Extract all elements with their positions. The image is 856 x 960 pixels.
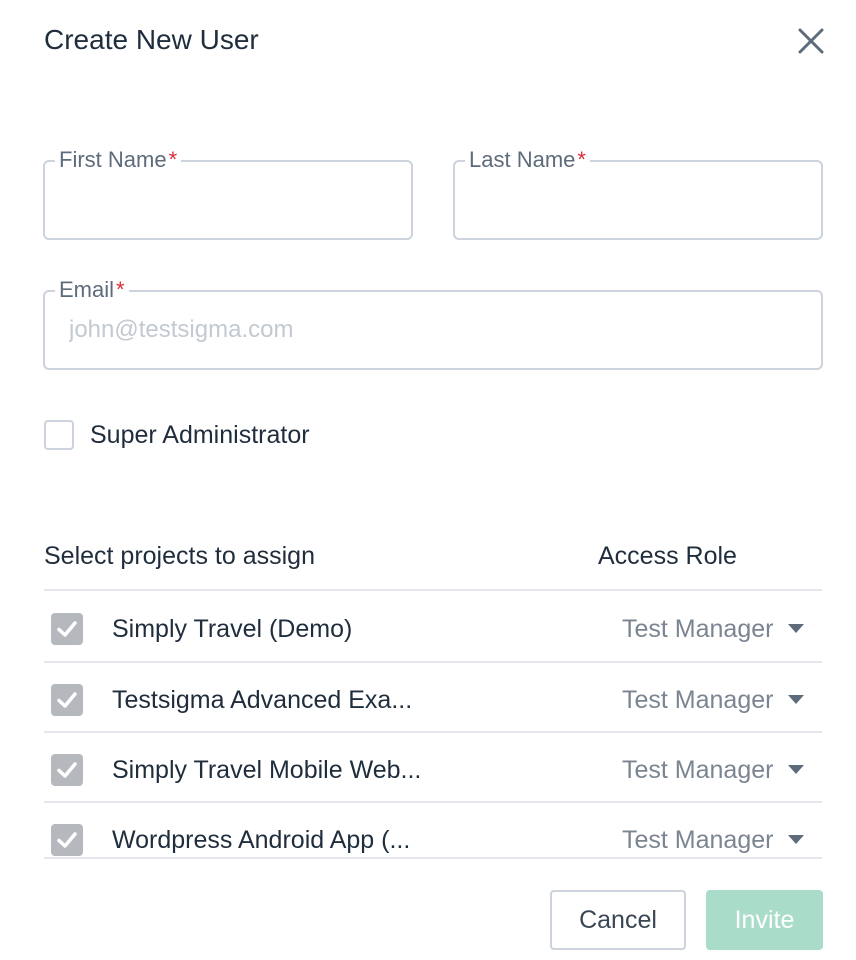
chevron-down-icon[interactable] [788, 765, 804, 774]
first-name-input[interactable] [45, 162, 411, 238]
create-user-dialog: Create New User First Name* Last Name* E… [0, 0, 856, 960]
chevron-down-icon[interactable] [788, 835, 804, 844]
project-checkbox[interactable] [51, 684, 83, 716]
project-row: Testsigma Advanced Exa... Test Manager [44, 663, 822, 733]
check-icon [57, 832, 77, 848]
project-row: Wordpress Android App (... Test Manager [44, 803, 822, 873]
dialog-title: Create New User [44, 24, 259, 55]
access-role-select[interactable]: Test Manager [622, 613, 773, 645]
invite-button[interactable]: Invite [706, 890, 823, 950]
check-icon [57, 762, 77, 778]
access-role-select[interactable]: Test Manager [622, 754, 773, 786]
check-icon [57, 692, 77, 708]
projects-header: Select projects to assign [44, 542, 315, 570]
last-name-field: Last Name* [453, 146, 823, 240]
chevron-down-icon[interactable] [788, 695, 804, 704]
project-checkbox[interactable] [51, 754, 83, 786]
project-row: Simply Travel Mobile Web... Test Manager [44, 733, 822, 803]
super-admin-option: Super Administrator [44, 418, 310, 452]
divider [44, 589, 822, 591]
first-name-field: First Name* [43, 146, 413, 240]
divider [44, 857, 822, 859]
super-admin-checkbox[interactable] [44, 420, 74, 450]
chevron-down-icon[interactable] [788, 624, 804, 633]
project-name: Testsigma Advanced Exa... [112, 686, 413, 714]
project-checkbox[interactable] [51, 824, 83, 856]
check-icon [57, 621, 77, 637]
project-name: Simply Travel (Demo) [112, 615, 353, 643]
project-name: Simply Travel Mobile Web... [112, 756, 422, 784]
project-checkbox[interactable] [51, 613, 83, 645]
cancel-button[interactable]: Cancel [550, 890, 686, 950]
access-role-header: Access Role [598, 542, 737, 570]
email-input[interactable] [45, 292, 821, 368]
access-role-select[interactable]: Test Manager [622, 684, 773, 716]
access-role-select[interactable]: Test Manager [622, 824, 773, 856]
email-field: Email* [43, 276, 823, 370]
last-name-input[interactable] [455, 162, 821, 238]
close-icon[interactable] [796, 26, 826, 56]
project-row: Simply Travel (Demo) Test Manager [44, 592, 822, 662]
super-admin-label: Super Administrator [90, 420, 310, 449]
project-name: Wordpress Android App (... [112, 826, 411, 854]
